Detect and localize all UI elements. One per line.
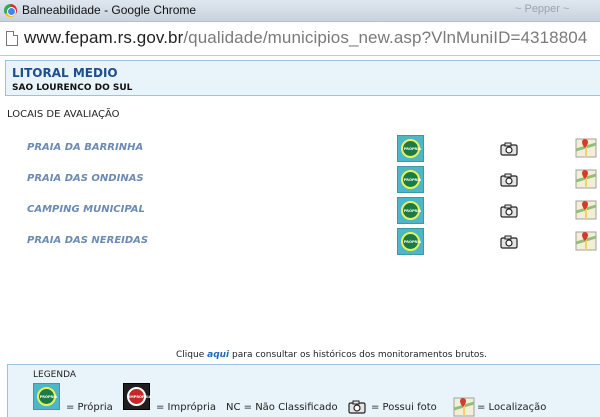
- camera-icon[interactable]: [500, 204, 518, 218]
- status-badge: PRÓPRIA: [397, 166, 424, 193]
- status-badge: PRÓPRIA: [397, 197, 424, 224]
- impropria-badge-icon: IMPRÓPRIA: [123, 383, 152, 410]
- legend: LEGENDA PRÓPRIA = Própria IMPRÓPRIA = Im…: [7, 364, 600, 417]
- url-text[interactable]: www.fepam.rs.gov.br/qualidade/municipios…: [24, 28, 587, 48]
- beach-row: CAMPING MUNICIPAL PRÓPRIA: [0, 197, 600, 225]
- badge-label: PRÓPRIA: [403, 209, 422, 213]
- page-content: LITORAL MEDIO SAO LOURENCO DO SUL LOCAIS…: [0, 56, 600, 417]
- beach-link[interactable]: PRAIA DAS ONDINAS: [27, 173, 144, 184]
- propria-badge-icon: PRÓPRIA: [33, 383, 60, 410]
- legend-propria: = Própria: [66, 402, 113, 413]
- region-title: LITORAL MEDIO: [12, 66, 118, 80]
- camera-icon[interactable]: [500, 235, 518, 249]
- footnote-suffix: para consultar os históricos dos monitor…: [232, 350, 487, 360]
- city-name: SAO LOURENCO DO SUL: [12, 83, 133, 93]
- camera-icon[interactable]: [500, 173, 518, 187]
- chrome-icon: [4, 4, 17, 17]
- legend-impropria: = Imprópria: [156, 402, 216, 413]
- map-pin-icon[interactable]: [575, 169, 597, 189]
- url-host: www.fepam.rs.gov.br: [24, 28, 184, 47]
- footnote: Clique aqui para consultar os históricos…: [176, 350, 487, 360]
- badge-label: IMPRÓPRIA: [129, 395, 152, 399]
- legend-title: LEGENDA: [33, 370, 77, 380]
- legend-nc: NC = Não Classificado: [226, 402, 338, 413]
- page-icon: [6, 31, 18, 46]
- history-link[interactable]: aqui: [207, 350, 229, 360]
- legend-location: = Localização: [477, 402, 547, 413]
- legend-photo: = Possui foto: [371, 402, 437, 413]
- camera-icon: [348, 400, 366, 414]
- badge-label: PRÓPRIA: [403, 178, 422, 182]
- beach-link[interactable]: PRAIA DA BARRINHA: [27, 142, 143, 153]
- beach-link[interactable]: PRAIA DAS NEREIDAS: [27, 235, 148, 246]
- beach-row: PRAIA DA BARRINHA PRÓPRIA: [0, 135, 600, 163]
- map-pin-icon: [453, 397, 475, 417]
- beach-row: PRAIA DAS NEREIDAS PRÓPRIA: [0, 228, 600, 256]
- map-pin-icon[interactable]: [575, 200, 597, 220]
- window-faded-text: ~ Pepper ~: [515, 3, 570, 15]
- camera-icon[interactable]: [500, 142, 518, 156]
- url-path: /qualidade/municipios_new.asp?VlnMuniID=…: [183, 28, 588, 47]
- badge-label: PRÓPRIA: [403, 240, 422, 244]
- address-bar[interactable]: www.fepam.rs.gov.br/qualidade/municipios…: [0, 22, 600, 56]
- window-titlebar: Balneabilidade - Google Chrome ~ Pepper …: [0, 0, 600, 22]
- map-pin-icon[interactable]: [575, 138, 597, 158]
- status-badge: PRÓPRIA: [397, 228, 424, 255]
- beach-row: PRAIA DAS ONDINAS PRÓPRIA: [0, 166, 600, 194]
- badge-label: PRÓPRIA: [403, 147, 422, 151]
- status-badge: PRÓPRIA: [397, 135, 424, 162]
- section-title: LOCAIS DE AVALIAÇÃO: [7, 109, 120, 120]
- municipality-header: LITORAL MEDIO SAO LOURENCO DO SUL: [5, 60, 600, 96]
- badge-label: PRÓPRIA: [39, 395, 58, 399]
- footnote-prefix: Clique: [176, 350, 205, 360]
- window-title: Balneabilidade - Google Chrome: [22, 3, 197, 17]
- beach-link[interactable]: CAMPING MUNICIPAL: [27, 204, 145, 215]
- map-pin-icon[interactable]: [575, 231, 597, 251]
